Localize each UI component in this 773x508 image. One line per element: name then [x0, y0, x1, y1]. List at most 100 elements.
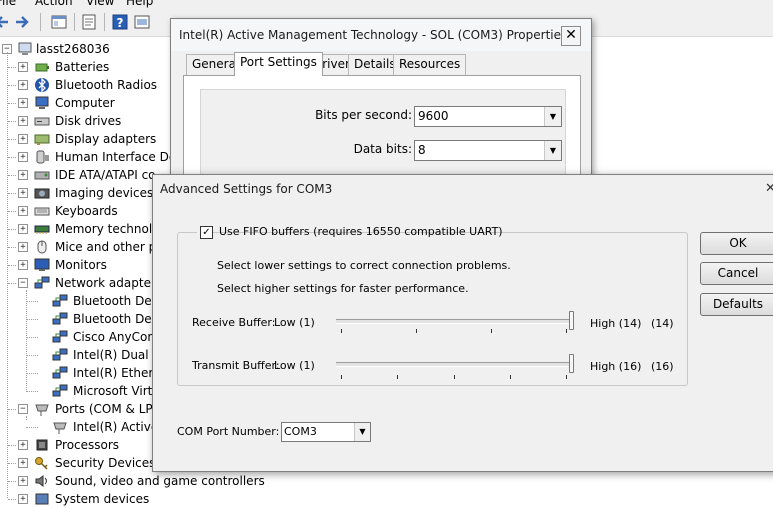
- tree-category[interactable]: + Bluetooth Radios: [0, 76, 180, 94]
- slider-tick: [397, 375, 399, 379]
- collapse-toggle[interactable]: −: [18, 404, 28, 414]
- properties-close-button[interactable]: ✕: [561, 26, 581, 46]
- fifo-checkbox[interactable]: ✓: [200, 226, 213, 239]
- computer-icon: [35, 96, 49, 109]
- tree-guide-line: [26, 337, 38, 338]
- receive-low-label: Low (1): [274, 316, 315, 329]
- device-view-icon[interactable]: [134, 14, 150, 30]
- tree-item-label: Bluetooth Radios: [55, 78, 158, 92]
- tree-item-label: Mice and other po: [55, 240, 164, 254]
- expand-toggle[interactable]: +: [18, 494, 28, 504]
- expand-toggle[interactable]: +: [18, 440, 28, 450]
- expand-toggle[interactable]: +: [18, 260, 28, 270]
- tree-item-label: Microsoft Virtu: [73, 384, 160, 398]
- tree-item-label: Network adapters: [55, 276, 163, 290]
- menu-view[interactable]: View: [86, 0, 114, 8]
- tree-guide-line: [8, 139, 16, 140]
- tree-item-label: Memory technolo: [55, 222, 160, 236]
- expand-toggle[interactable]: +: [18, 188, 28, 198]
- expand-toggle[interactable]: +: [18, 62, 28, 72]
- expand-toggle[interactable]: +: [18, 170, 28, 180]
- menu-action[interactable]: Action: [35, 0, 73, 8]
- menu-file[interactable]: File: [0, 0, 16, 8]
- forward-icon[interactable]: [14, 14, 30, 30]
- toolbar-separator: [74, 13, 75, 31]
- tree-root[interactable]: − lasst268036: [0, 40, 170, 58]
- tree-guide-line: [8, 229, 16, 230]
- tree-category[interactable]: + Human Interface Devi: [0, 148, 187, 166]
- data-bits-select[interactable]: 8 ▼: [414, 140, 562, 161]
- expand-toggle[interactable]: +: [18, 134, 28, 144]
- tree-category[interactable]: + System devices: [0, 490, 180, 508]
- tree-guide-line: [8, 283, 16, 284]
- receive-buffer-thumb[interactable]: [569, 311, 574, 330]
- menu-help[interactable]: Help: [126, 0, 153, 8]
- security-key-icon: [35, 457, 48, 470]
- properties-title-bar[interactable]: Intel(R) Active Management Technology - …: [171, 19, 591, 51]
- tree-guide-line: [8, 265, 16, 266]
- tree-item-label: Bluetooth Dev: [73, 294, 159, 308]
- transmit-buffer-slider[interactable]: [336, 362, 571, 367]
- fifo-checkbox-row[interactable]: ✓ Use FIFO buffers (requires 16550 compa…: [197, 224, 503, 240]
- tree-item-label: Batteries: [55, 60, 110, 74]
- defaults-button[interactable]: Defaults: [700, 293, 773, 316]
- tree-guide-line: [26, 416, 27, 420]
- hid-icon: [36, 150, 49, 164]
- ide-icon: [34, 171, 50, 180]
- tree-guide-line: [26, 391, 38, 392]
- com-port-select[interactable]: COM3 ▼: [281, 422, 371, 442]
- cancel-button[interactable]: Cancel: [700, 262, 773, 285]
- tree-category[interactable]: + Display adapters: [0, 130, 180, 148]
- tree-item-label: Bluetooth Dev: [73, 312, 159, 326]
- network-child-icon: [52, 348, 68, 361]
- tree-guide-line: [26, 355, 38, 356]
- network-child-icon: [52, 330, 68, 343]
- tab-resources[interactable]: Resources: [393, 54, 467, 75]
- tree-item-label: Imaging devices: [55, 186, 154, 200]
- tree-category[interactable]: + Sound, video and game controllers: [0, 472, 265, 490]
- close-icon[interactable]: ✕: [765, 181, 773, 196]
- tree-category[interactable]: + Computer: [0, 94, 180, 112]
- receive-value: (14): [651, 317, 674, 330]
- help-icon[interactable]: ?: [112, 14, 128, 30]
- transmit-buffer-label: Transmit Buffer:: [192, 359, 280, 372]
- tree-guide-line: [8, 67, 16, 68]
- expand-toggle[interactable]: +: [18, 224, 28, 234]
- transmit-low-label: Low (1): [274, 359, 315, 372]
- tree-category[interactable]: + Batteries: [0, 58, 180, 76]
- tree-item-label: Intel(R) Dual B: [73, 348, 161, 362]
- collapse-toggle[interactable]: −: [18, 278, 28, 288]
- advanced-title-bar[interactable]: Advanced Settings for COM3 ✕: [153, 175, 773, 201]
- transmit-high-label: High (16): [590, 360, 642, 373]
- display-adapter-icon: [34, 134, 50, 145]
- tree-view-icon[interactable]: [51, 14, 67, 30]
- properties-icon[interactable]: [81, 14, 97, 30]
- advanced-title: Advanced Settings for COM3: [160, 182, 333, 196]
- receive-buffer-label: Receive Buffer:: [192, 316, 276, 329]
- bits-per-second-select[interactable]: 9600 ▼: [414, 106, 562, 127]
- expand-toggle[interactable]: +: [18, 458, 28, 468]
- menu-bar: File Action View Help: [0, 0, 773, 8]
- tree-item-label: Security Devices: [55, 456, 156, 470]
- expand-toggle[interactable]: +: [18, 476, 28, 486]
- tree-guide-line: [26, 290, 27, 392]
- expand-toggle[interactable]: +: [18, 206, 28, 216]
- expand-toggle[interactable]: +: [18, 242, 28, 252]
- tree-category[interactable]: + Disk drives: [0, 112, 180, 130]
- tab-port-settings[interactable]: Port Settings: [234, 52, 323, 76]
- back-icon[interactable]: [0, 14, 10, 30]
- transmit-buffer-thumb[interactable]: [569, 354, 574, 373]
- slider-tick: [416, 329, 417, 333]
- expand-toggle[interactable]: +: [18, 116, 28, 126]
- tree-item-label: Disk drives: [55, 114, 122, 128]
- tree-guide-line: [8, 463, 16, 464]
- processor-icon: [36, 439, 48, 451]
- expand-toggle[interactable]: +: [18, 152, 28, 162]
- expand-toggle[interactable]: +: [18, 98, 28, 108]
- slider-tick: [341, 375, 342, 379]
- receive-buffer-slider[interactable]: [336, 319, 571, 324]
- tree-guide-line: [8, 85, 16, 86]
- ok-button[interactable]: OK: [700, 232, 773, 255]
- computer-icon: [18, 42, 32, 55]
- expand-toggle[interactable]: +: [18, 80, 28, 90]
